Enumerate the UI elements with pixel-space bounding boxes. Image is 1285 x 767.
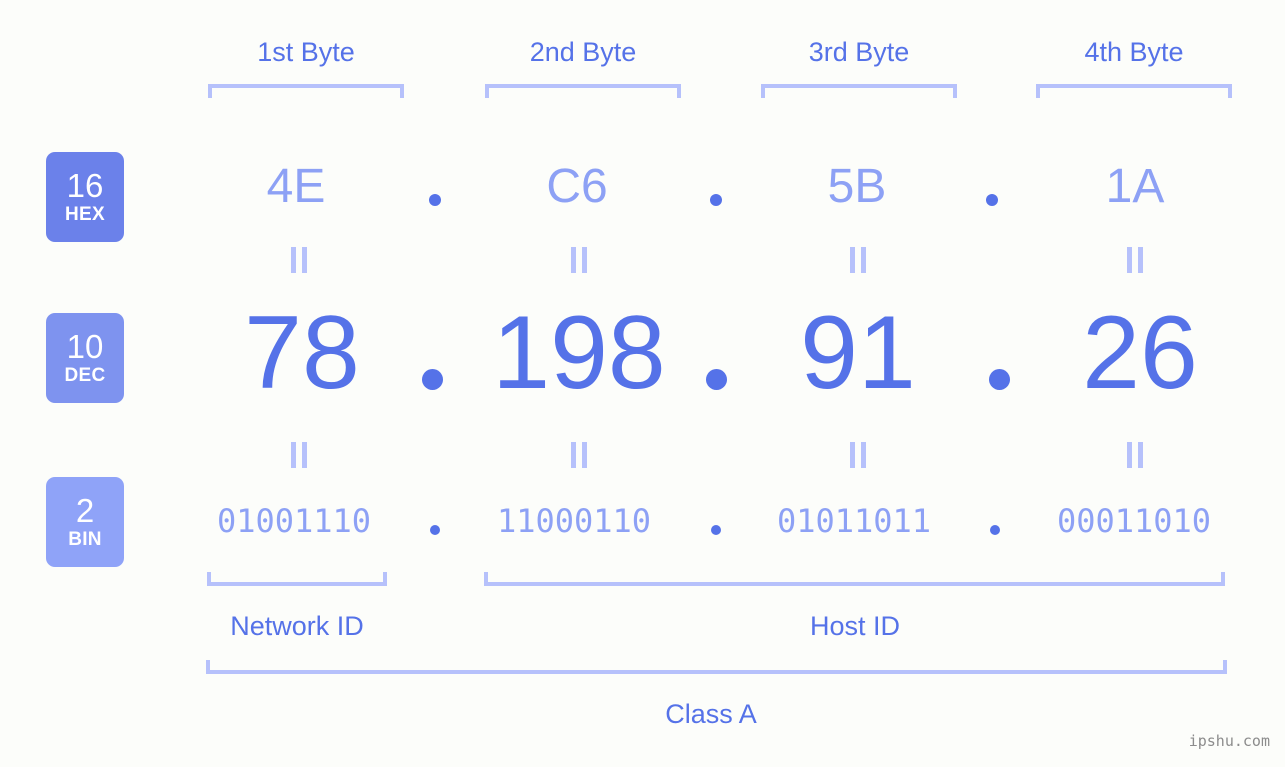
- equals-mark-dec-bin-4: [1127, 442, 1143, 468]
- dec-octet-4: 26: [1082, 295, 1198, 411]
- equals-mark-dec-bin-2: [571, 442, 587, 468]
- base-badge-dec-number: 10: [66, 328, 104, 365]
- bin-octet-2: 11000110: [496, 502, 652, 540]
- dec-separator-dot-3: [989, 369, 1010, 390]
- equals-mark-hex-dec-3: [850, 247, 866, 273]
- byte-bracket-top-4: [1036, 84, 1232, 98]
- hex-separator-dot-2: [710, 194, 722, 206]
- dec-octet-2: 198: [492, 295, 666, 411]
- base-badge-dec: 10 DEC: [46, 313, 124, 403]
- byte-header-4: 4th Byte: [1084, 37, 1184, 67]
- base-badge-hex: 16 HEX: [46, 152, 124, 242]
- dec-octet-1: 78: [244, 295, 360, 411]
- byte-header-1: 1st Byte: [257, 37, 355, 67]
- ip-class-bracket: [206, 660, 1227, 674]
- bin-octet-4: 00011010: [1056, 502, 1212, 540]
- byte-header-2: 2nd Byte: [529, 37, 637, 67]
- hex-octet-4: 1A: [1105, 160, 1165, 213]
- dec-octet-3: 91: [800, 295, 916, 411]
- byte-bracket-top-1: [208, 84, 404, 98]
- dec-separator-dot-1: [422, 369, 443, 390]
- ip-class-label: Class A: [665, 699, 757, 729]
- base-badge-bin-system: BIN: [68, 529, 102, 550]
- hex-octet-2: C6: [546, 160, 608, 213]
- byte-header-3: 3rd Byte: [808, 37, 910, 67]
- hex-separator-dot-3: [986, 194, 998, 206]
- bin-separator-dot-3: [990, 525, 1000, 535]
- byte-bracket-top-3: [761, 84, 957, 98]
- bin-separator-dot-2: [711, 525, 721, 535]
- base-badge-hex-number: 16: [66, 167, 104, 204]
- hex-separator-dot-1: [429, 194, 441, 206]
- equals-mark-dec-bin-3: [850, 442, 866, 468]
- site-watermark: ipshu.com: [1188, 732, 1270, 750]
- equals-mark-hex-dec-2: [571, 247, 587, 273]
- ip-address-breakdown-diagram: 1st Byte 2nd Byte 3rd Byte 4th Byte 16 H…: [0, 0, 1285, 767]
- equals-mark-hex-dec-4: [1127, 247, 1143, 273]
- hex-octet-1: 4E: [266, 160, 326, 213]
- hex-octet-3: 5B: [827, 160, 887, 213]
- base-badge-bin-number: 2: [75, 492, 95, 529]
- bin-octet-1: 01001110: [216, 502, 372, 540]
- host-id-bracket: [484, 572, 1225, 586]
- bin-octet-3: 01011011: [776, 502, 932, 540]
- base-badge-dec-system: DEC: [64, 365, 106, 386]
- base-badge-bin: 2 BIN: [46, 477, 124, 567]
- network-id-bracket: [207, 572, 387, 586]
- bin-separator-dot-1: [430, 525, 440, 535]
- equals-mark-dec-bin-1: [291, 442, 307, 468]
- equals-mark-hex-dec-1: [291, 247, 307, 273]
- dec-separator-dot-2: [706, 369, 727, 390]
- host-id-label: Host ID: [809, 611, 901, 641]
- base-badge-hex-system: HEX: [65, 204, 105, 225]
- byte-bracket-top-2: [485, 84, 681, 98]
- network-id-label: Network ID: [230, 611, 364, 641]
